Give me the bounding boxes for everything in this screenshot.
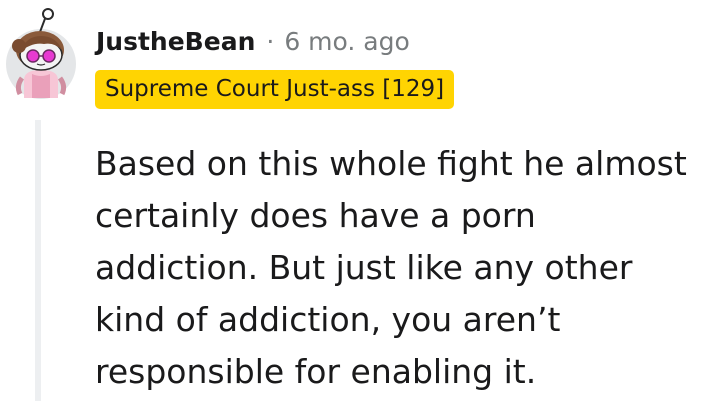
user-flair: Supreme Court Just-ass [129] — [95, 70, 455, 109]
comment-timestamp[interactable]: 6 mo. ago — [284, 24, 409, 60]
meta-separator: · — [266, 27, 275, 56]
user-avatar[interactable] — [4, 4, 78, 100]
username-link[interactable]: JustheBean — [96, 24, 255, 60]
comment-body: Based on this whole fight he almost cert… — [95, 144, 687, 391]
thread-line[interactable] — [35, 120, 41, 401]
snoo-avatar-icon — [6, 8, 76, 99]
comment-header: JustheBean · 6 mo. ago — [96, 24, 410, 60]
